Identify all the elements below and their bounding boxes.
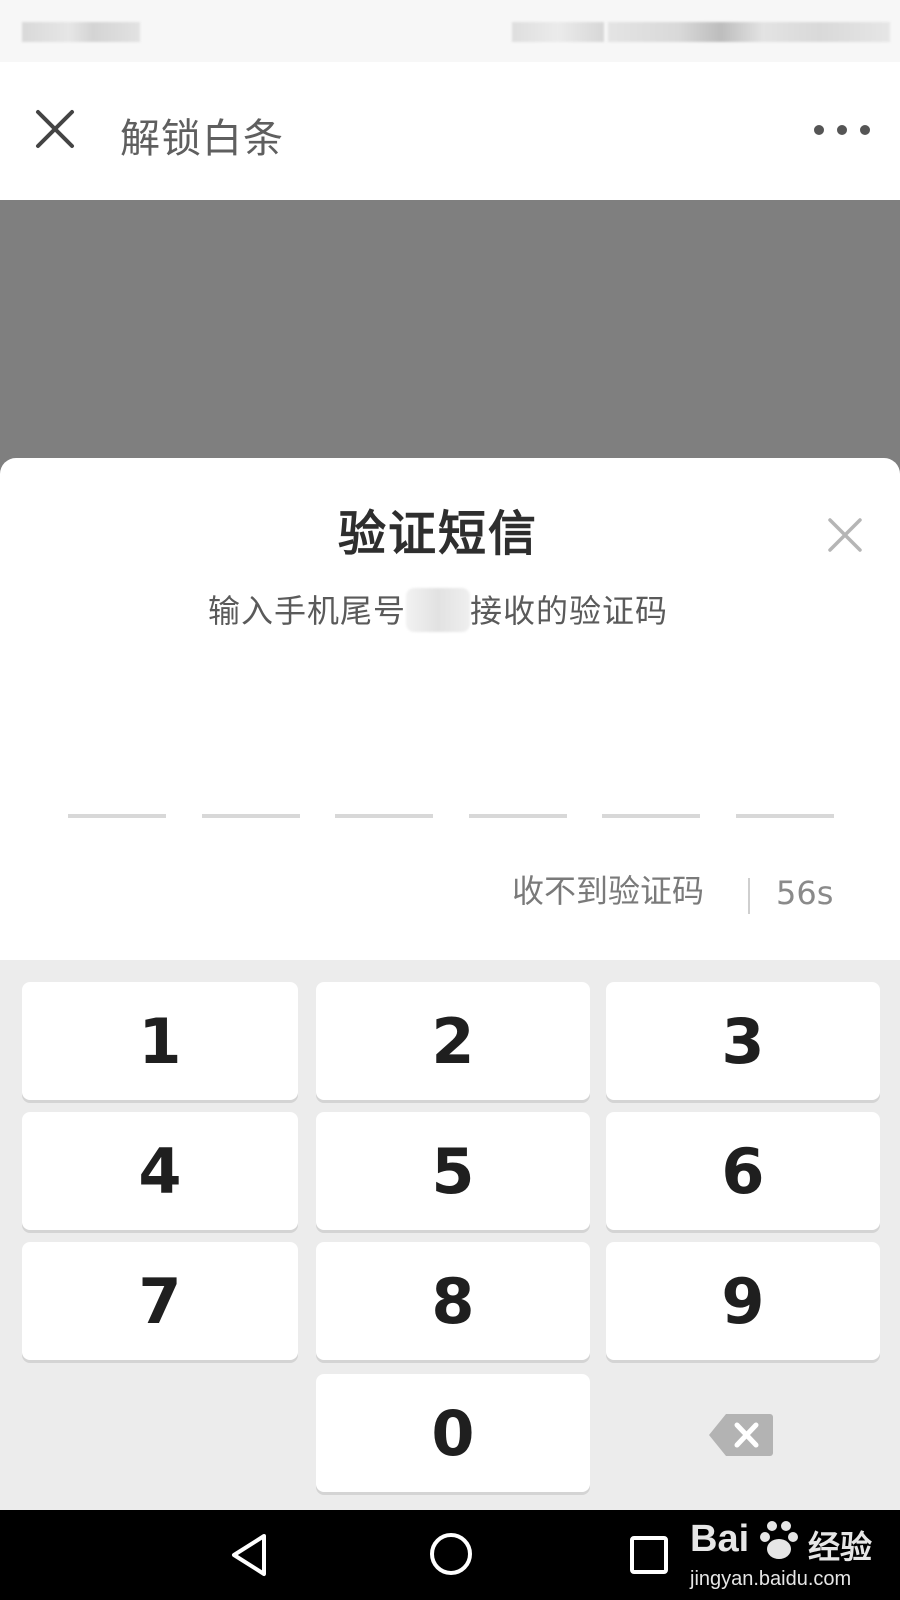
key-1[interactable]: 1 [22, 982, 298, 1100]
watermark-url: jingyan.baidu.com [690, 1568, 852, 1590]
close-icon[interactable] [28, 102, 84, 158]
status-bar [0, 0, 900, 62]
key-5[interactable]: 5 [316, 1112, 590, 1230]
key-2[interactable]: 2 [316, 982, 590, 1100]
code-slot[interactable] [335, 814, 433, 818]
close-icon[interactable] [824, 514, 866, 556]
recent-square-icon[interactable] [628, 1534, 670, 1576]
dim-overlay[interactable] [0, 200, 900, 480]
page-title: 解锁白条 [120, 116, 284, 162]
masked-phone-digits [406, 588, 470, 632]
description-suffix: 接收的验证码 [470, 592, 669, 630]
code-slot[interactable] [68, 814, 166, 818]
code-slot[interactable] [602, 814, 700, 818]
key-9[interactable]: 9 [606, 1242, 880, 1360]
key-3[interactable]: 3 [606, 982, 880, 1100]
back-triangle-icon[interactable] [226, 1530, 276, 1580]
watermark-brand: Bai [690, 1518, 750, 1560]
key-4[interactable]: 4 [22, 1112, 298, 1230]
key-8[interactable]: 8 [316, 1242, 590, 1360]
key-6[interactable]: 6 [606, 1112, 880, 1230]
dialog-description: 输入手机尾号 接收的验证码 [0, 586, 876, 632]
more-icon[interactable] [810, 116, 874, 144]
dialog-title: 验证短信 [337, 506, 538, 562]
code-slot[interactable] [736, 814, 834, 818]
backspace-icon[interactable] [706, 1410, 776, 1460]
sms-verify-dialog: 验证短信 输入手机尾号 接收的验证码 收不到验证码 56s [0, 458, 900, 960]
code-slot[interactable] [469, 814, 567, 818]
watermark-brand-suffix: 经验 [808, 1528, 873, 1566]
code-slot[interactable] [202, 814, 300, 818]
key-0[interactable]: 0 [316, 1374, 590, 1492]
key-7[interactable]: 7 [22, 1242, 298, 1360]
home-circle-icon[interactable] [426, 1529, 476, 1579]
status-bar-icons-blurred [608, 22, 890, 42]
status-bar-indicators-blurred [512, 22, 604, 42]
paw-logo-icon [756, 1518, 802, 1564]
status-bar-time-blurred [22, 22, 140, 42]
description-prefix: 输入手机尾号 [207, 592, 406, 630]
top-nav-bar: 解锁白条 [0, 62, 900, 200]
divider [748, 878, 750, 914]
resend-code-link[interactable]: 收不到验证码 [512, 866, 704, 912]
numeric-keypad: 1 2 3 4 5 6 7 8 9 0 [0, 960, 900, 1510]
code-input[interactable] [68, 814, 840, 820]
baidu-jingyan-watermark: Bai 经验 jingyan.baidu.com [690, 1518, 890, 1594]
countdown-timer: 56s [776, 874, 834, 912]
system-nav-bar: Bai 经验 jingyan.baidu.com [0, 1510, 900, 1600]
